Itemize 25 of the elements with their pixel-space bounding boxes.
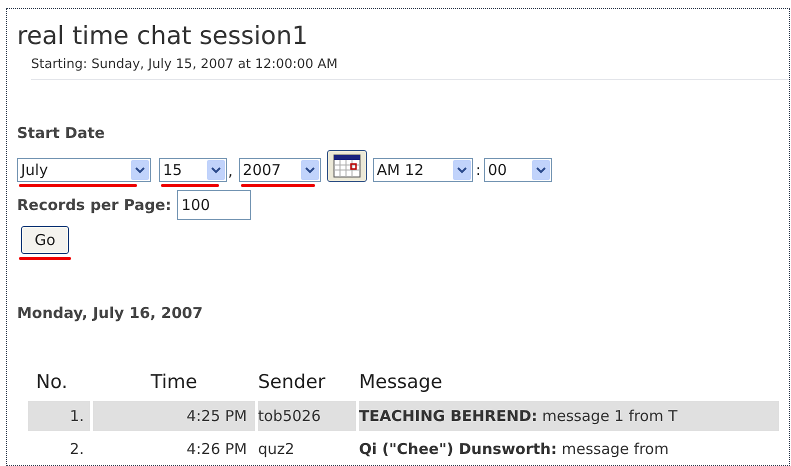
date-separator: , — [228, 160, 233, 182]
records-per-page-field[interactable]: 100 — [177, 190, 252, 220]
column-header: No. — [35, 370, 69, 394]
column-header: Time — [150, 370, 198, 394]
page-title: real time chat session1 — [17, 21, 309, 51]
go-button[interactable]: Go — [21, 226, 69, 254]
start-date-label: Start Date — [17, 122, 106, 144]
table-cell: 4:25 PM — [93, 401, 255, 431]
time-separator: : — [476, 160, 481, 181]
session-start-text: Starting: Sunday, July 15, 2007 at 12:00:00 AM — [31, 55, 789, 80]
annotation-underline — [161, 184, 219, 187]
dropdown-select[interactable]: 2007 — [238, 158, 321, 182]
day-heading: Monday, July 16, 2007 — [17, 303, 204, 324]
dropdown-select[interactable]: 15 — [159, 158, 227, 182]
dropdown-select[interactable]: AM 12 — [372, 158, 473, 182]
dropdown-select[interactable]: July — [17, 158, 151, 182]
table-cell: TEACHING BEHREND: message 1 from T — [359, 401, 779, 431]
dropdown-select[interactable]: 00 — [484, 158, 552, 182]
records-per-page-label: Records per Page: — [17, 194, 172, 216]
calendar-icon[interactable] — [326, 150, 367, 182]
table-cell: 1. — [28, 401, 90, 431]
column-header: Message — [359, 370, 444, 394]
table-cell: tob5026 — [258, 401, 356, 431]
annotation-underline — [19, 257, 71, 260]
column-header: Sender — [258, 370, 326, 394]
